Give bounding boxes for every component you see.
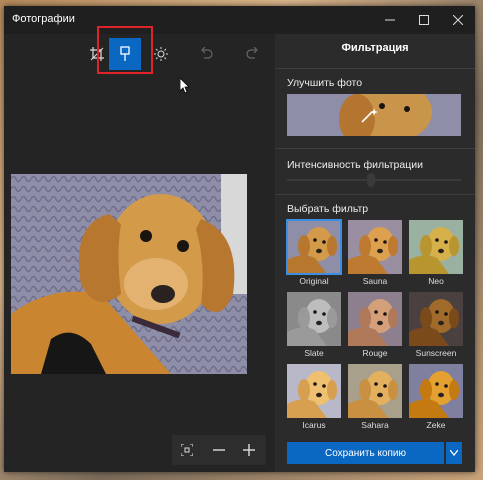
filter-thumbnail (287, 364, 341, 418)
filter-name: Zeke (426, 420, 446, 430)
close-icon (453, 15, 463, 25)
filter-icarus[interactable]: Icarus (287, 364, 341, 430)
filter-thumbnail (286, 219, 342, 275)
filter-sunscreen[interactable]: Sunscreen (409, 292, 463, 358)
chevron-down-icon (450, 450, 458, 456)
filter-sauna[interactable]: Sauna (348, 220, 402, 286)
minimize-icon (385, 19, 395, 21)
filter-original[interactable]: Original (286, 219, 342, 286)
zoom-controls (172, 435, 266, 465)
undo-button[interactable] (190, 38, 222, 70)
fit-screen-icon (181, 444, 193, 456)
edit-toolbar (4, 26, 275, 74)
photos-window: Фотографии Фильтрация Улучшить фото Инте… (4, 6, 475, 472)
photo-preview (11, 174, 247, 374)
filter-rouge[interactable]: Rouge (348, 292, 402, 358)
filter-name: Original (299, 276, 329, 286)
maximize-icon (419, 15, 429, 25)
filter-name: Rouge (362, 348, 388, 358)
highlight-frame (97, 26, 153, 74)
filter-zeke[interactable]: Zeke (409, 364, 463, 430)
filter-thumbnail (348, 364, 402, 418)
filter-name: Neo (428, 276, 444, 286)
divider (275, 148, 475, 149)
intensity-label: Интенсивность фильтрации (287, 159, 423, 171)
title-bar: Фотографии (4, 6, 475, 34)
filter-name: Sahara (361, 420, 389, 430)
filter-name: Sunscreen (415, 348, 457, 358)
redo-icon (246, 47, 258, 59)
filter-sahara[interactable]: Sahara (348, 364, 402, 430)
filter-thumbnail (348, 292, 402, 346)
window-title: Фотографии (12, 13, 75, 25)
filter-thumbnail (409, 364, 463, 418)
intensity-slider-thumb[interactable] (367, 173, 375, 187)
brightness-icon (154, 47, 168, 61)
mouse-cursor-icon (179, 77, 190, 99)
divider (275, 68, 475, 69)
minus-icon (213, 449, 225, 451)
minimize-button[interactable] (373, 6, 407, 34)
choose-filter-label: Выбрать фильтр (287, 203, 369, 215)
save-options-button[interactable] (446, 442, 462, 464)
divider (275, 194, 475, 195)
maximize-button[interactable] (407, 6, 441, 34)
filter-thumbnail (409, 292, 463, 346)
redo-button[interactable] (237, 38, 269, 70)
enhance-label: Улучшить фото (287, 77, 363, 89)
save-copy-button[interactable]: Сохранить копию (287, 442, 444, 464)
filter-slate[interactable]: Slate (287, 292, 341, 358)
close-button[interactable] (441, 6, 475, 34)
zoom-in-button[interactable] (234, 435, 264, 465)
enhance-photo-toggle[interactable] (287, 94, 461, 136)
filter-name: Icarus (302, 420, 326, 430)
zoom-out-button[interactable] (204, 435, 234, 465)
undo-icon (201, 47, 213, 59)
filter-thumbnail (409, 220, 463, 274)
editor-canvas-area (4, 26, 275, 472)
filter-thumbnail (348, 220, 402, 274)
fit-to-window-button[interactable] (172, 435, 202, 465)
filters-panel: Фильтрация Улучшить фото Интенсивность ф… (275, 34, 475, 472)
filter-thumbnail (287, 292, 341, 346)
plus-icon (243, 444, 255, 456)
panel-title: Фильтрация (341, 42, 409, 54)
filter-name: Slate (304, 348, 324, 358)
filter-name: Sauna (362, 276, 388, 286)
filter-neo[interactable]: Neo (409, 220, 463, 286)
